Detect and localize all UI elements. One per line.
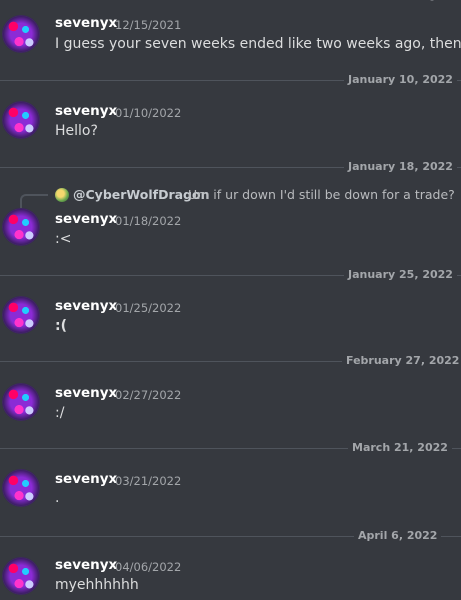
username[interactable]: sevenyx <box>55 298 117 314</box>
message-content: . <box>55 490 60 506</box>
message-content: I guess your seven weeks ended like two … <box>55 36 461 52</box>
username[interactable]: sevenyx <box>55 211 117 227</box>
avatar[interactable] <box>2 383 40 421</box>
message-timestamp: 01/25/2022 <box>115 301 182 315</box>
reply-connector <box>20 194 48 208</box>
avatar[interactable] <box>2 208 40 246</box>
avatar[interactable] <box>2 101 40 139</box>
message-timestamp: 01/10/2022 <box>115 106 182 120</box>
date-divider-label: January 10, 2022 <box>344 73 457 86</box>
message-content: Hello? <box>55 123 98 139</box>
date-divider-label: March 21, 2022 <box>348 441 452 454</box>
username[interactable]: sevenyx <box>55 15 117 31</box>
date-divider-label: February 27, 2022 <box>342 354 461 367</box>
reply-avatar-icon <box>55 188 69 202</box>
message-content: :/ <box>55 405 65 421</box>
date-divider-label: April 6, 2022 <box>354 529 442 542</box>
message-timestamp: 04/06/2022 <box>115 560 182 574</box>
username[interactable]: sevenyx <box>55 471 117 487</box>
username[interactable]: sevenyx <box>55 385 117 401</box>
message-content: :< <box>55 231 72 247</box>
avatar[interactable] <box>2 469 40 507</box>
date-divider-label: January 25, 2022 <box>344 268 457 281</box>
avatar[interactable] <box>2 557 40 595</box>
username[interactable]: sevenyx <box>55 103 117 119</box>
message-timestamp: 12/15/2021 <box>115 18 182 32</box>
date-divider-label: January 18, 2022 <box>344 160 457 173</box>
reply-text[interactable]: Um if ur down I'd still be down for a tr… <box>188 187 455 202</box>
message-timestamp: 03/21/2022 <box>115 474 182 488</box>
message-timestamp: 01/18/2022 <box>115 214 182 228</box>
avatar[interactable] <box>2 296 40 334</box>
avatar[interactable] <box>2 15 40 53</box>
scroll-indicator <box>430 0 434 1</box>
message-timestamp: 02/27/2022 <box>115 388 182 402</box>
message-content: myehhhhhh <box>55 577 139 593</box>
message-content: :( <box>55 318 67 334</box>
username[interactable]: sevenyx <box>55 557 117 573</box>
